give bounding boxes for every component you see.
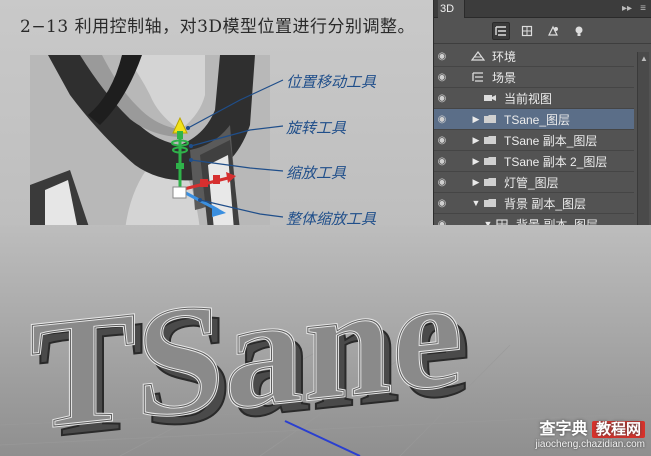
- layer-label: 灯管_图层: [504, 175, 559, 190]
- layer-row[interactable]: ◉ ▼ 背景 副本_图层: [434, 193, 634, 214]
- camera-icon: [482, 92, 498, 104]
- layer-label: 环境: [492, 49, 517, 64]
- visibility-eye-icon[interactable]: ◉: [434, 198, 450, 209]
- layer-label: 场景: [492, 70, 517, 85]
- watermark-url: jiaocheng.chazidian.com: [535, 439, 645, 450]
- visibility-eye-icon[interactable]: ◉: [434, 156, 450, 167]
- watermark-badge: 教程网: [591, 421, 645, 438]
- figure-caption: 2−13 利用控制轴，对3D模型位置进行分别调整。: [20, 17, 416, 37]
- folder-icon: [482, 134, 498, 146]
- material-filter-button[interactable]: [544, 22, 562, 40]
- expand-arrow-icon[interactable]: ▼: [470, 198, 482, 208]
- mesh-filter-button[interactable]: [518, 22, 536, 40]
- collapse-panel-icon[interactable]: ▸▸: [619, 3, 635, 14]
- layer-row[interactable]: ◉ 环境: [434, 46, 634, 67]
- scene-icon: [470, 71, 486, 83]
- mesh-filter-icon: [521, 25, 533, 36]
- expand-arrow-icon[interactable]: ▶: [470, 114, 482, 125]
- expand-arrow-icon[interactable]: ▶: [470, 177, 482, 188]
- layer-label: 背景 副本_图层: [504, 196, 587, 211]
- watermark-brand: 查字典: [539, 421, 588, 438]
- layer-label: TSane_图层: [504, 112, 571, 127]
- environment-icon: [470, 50, 486, 62]
- panel-tab-bar: 3D ▸▸ ≡: [434, 0, 651, 18]
- 3d-text-scene[interactable]: TSane TSane TSane 查字典 教程网 jiaocheng.chaz…: [0, 225, 651, 456]
- folder-icon: [482, 113, 498, 125]
- viewport-canvas: [30, 55, 270, 230]
- folder-icon: [482, 197, 498, 209]
- panel-scrollbar[interactable]: ▲: [637, 52, 649, 237]
- layer-label: 当前视图: [504, 91, 553, 106]
- layer-row[interactable]: ◉ ▶ 灯管_图层: [434, 172, 634, 193]
- material-filter-icon: [548, 25, 558, 36]
- layer-list: ◉ 环境 ◉ 场景 ◉ 当前视图 ◉ ▶ TSane_图层 ◉ ▶ TSane 副本_图层 ◉ ▶ TSan…: [434, 46, 634, 235]
- layer-label: TSane 副本_图层: [504, 133, 598, 148]
- folder-icon: [482, 176, 498, 188]
- scene-filter-icon: [495, 25, 506, 36]
- layer-label: TSane 副本 2_图层: [504, 154, 608, 169]
- layer-row[interactable]: ◉ ▶ TSane 副本 2_图层: [434, 151, 634, 172]
- visibility-eye-icon[interactable]: ◉: [434, 135, 450, 146]
- expand-arrow-icon[interactable]: ▶: [470, 156, 482, 167]
- annotation-move-tool: 位置移动工具: [286, 73, 377, 91]
- expand-arrow-icon[interactable]: ▶: [470, 135, 482, 146]
- tab-3d[interactable]: 3D: [438, 0, 466, 18]
- visibility-eye-icon[interactable]: ◉: [434, 177, 450, 188]
- watermark: 查字典 教程网 jiaocheng.chazidian.com: [535, 415, 645, 450]
- light-bulb-icon: [575, 26, 583, 36]
- visibility-eye-icon[interactable]: ◉: [434, 72, 450, 83]
- scroll-up-icon[interactable]: ▲: [640, 54, 648, 63]
- annotation-rotate-tool: 旋转工具: [286, 119, 347, 137]
- scene-filter-button[interactable]: [492, 21, 510, 40]
- folder-icon: [482, 155, 498, 167]
- light-filter-button[interactable]: [570, 22, 588, 40]
- layer-row[interactable]: ◉ 场景: [434, 67, 634, 88]
- visibility-eye-icon[interactable]: ◉: [434, 93, 450, 104]
- 3d-panel: 3D ▸▸ ≡ ◉ 环境 ◉ 场景 ◉ 当前视图 ◉ ▶ TSane_图层 ◉ ▶ TSane 副本_…: [433, 0, 651, 245]
- annotation-scale-tool: 缩放工具: [286, 164, 347, 182]
- 3d-viewport-inset[interactable]: [30, 55, 270, 230]
- layer-row[interactable]: ◉ ▶ TSane_图层: [434, 109, 634, 130]
- layer-row[interactable]: ◉ ▶ TSane 副本_图层: [434, 130, 634, 151]
- panel-menu-icon[interactable]: ≡: [635, 3, 651, 14]
- panel-filter-toolbar: [434, 18, 651, 44]
- visibility-eye-icon[interactable]: ◉: [434, 114, 450, 125]
- visibility-eye-icon[interactable]: ◉: [434, 51, 450, 62]
- layer-row[interactable]: ◉ 当前视图: [434, 88, 634, 109]
